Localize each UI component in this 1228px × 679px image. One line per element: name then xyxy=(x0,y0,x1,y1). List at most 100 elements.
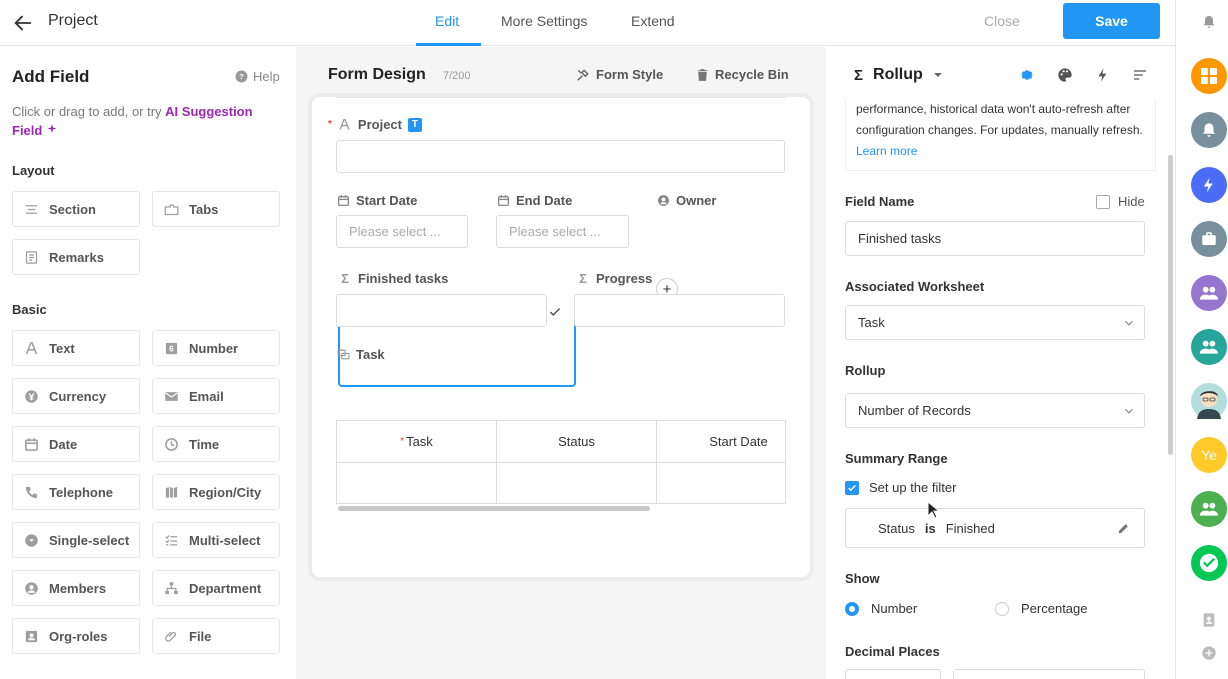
hide-checkbox[interactable]: Hide xyxy=(1096,194,1145,209)
subtable-cell[interactable] xyxy=(337,463,497,503)
finished-tasks-input[interactable] xyxy=(336,294,547,327)
tab-extend[interactable]: Extend xyxy=(631,13,675,29)
field-type-section[interactable]: Section xyxy=(12,191,140,227)
form-style-button[interactable]: Form Style xyxy=(576,67,663,82)
email-icon xyxy=(163,388,179,404)
filter-checkbox[interactable]: Set up the filter xyxy=(845,480,956,495)
field-type-time[interactable]: Time xyxy=(152,426,280,462)
palette-icon[interactable] xyxy=(1057,67,1073,83)
field-type-date[interactable]: Date xyxy=(12,426,140,462)
chevron-down-icon xyxy=(1125,408,1133,414)
help-link[interactable]: ? Help xyxy=(235,69,280,84)
project-input[interactable] xyxy=(336,140,785,173)
show-number-radio[interactable]: Number xyxy=(845,601,917,616)
lightning-icon[interactable] xyxy=(1095,67,1111,83)
end-date-label: End Date xyxy=(496,193,572,208)
subtable-scrollbar[interactable] xyxy=(338,506,650,511)
progress-label: Σ Progress xyxy=(576,271,652,286)
field-type-telephone[interactable]: Telephone xyxy=(12,474,140,510)
field-type-tabs[interactable]: Tabs xyxy=(152,191,280,227)
field-type-label: Currency xyxy=(49,388,107,404)
back-arrow-icon[interactable] xyxy=(12,12,34,34)
field-type-currency[interactable]: Currency xyxy=(12,378,140,414)
end-date-input[interactable]: Please select ... xyxy=(496,215,629,248)
hide-checkbox-box[interactable] xyxy=(1096,194,1110,209)
subtable-cell[interactable] xyxy=(657,463,785,503)
field-count: 7/200 xyxy=(443,70,471,82)
bell-icon[interactable] xyxy=(1201,14,1217,30)
subtable-header-start-date: Start Date xyxy=(657,421,785,463)
edit-pencil-icon[interactable] xyxy=(1117,522,1130,535)
sigma-icon: Σ xyxy=(854,66,864,84)
subtable-cell[interactable] xyxy=(497,463,657,503)
region-icon xyxy=(163,484,179,500)
close-button[interactable]: Close xyxy=(984,13,1020,29)
field-type-label: Telephone xyxy=(49,484,114,500)
radio-unselected[interactable] xyxy=(995,601,1009,616)
user-avatar[interactable] xyxy=(1191,383,1227,419)
field-type-label: Multi-select xyxy=(189,532,261,548)
gear-icon[interactable] xyxy=(1019,67,1035,83)
task-subtable-label: Task xyxy=(336,347,385,362)
sort-icon[interactable] xyxy=(1132,67,1148,83)
field-type-text[interactable]: Text xyxy=(12,330,140,366)
field-type-region-city[interactable]: Region/City xyxy=(152,474,280,510)
form-canvas: Form Design 7/200 Form Style Recycle Bin… xyxy=(296,47,826,679)
properties-header: Σ Rollup xyxy=(826,47,1175,99)
decimal-stepper[interactable] xyxy=(845,669,941,679)
progress-input[interactable] xyxy=(574,294,785,327)
team-icon[interactable] xyxy=(1191,329,1227,365)
field-type-org-roles[interactable]: Org-roles xyxy=(12,618,140,654)
show-label: Show xyxy=(845,571,880,586)
basic-section-label: Basic xyxy=(12,302,47,317)
hide-label: Hide xyxy=(1118,194,1145,209)
field-type-email[interactable]: Email xyxy=(152,378,280,414)
add-field-panel: Add Field ? Help Click or drag to add, o… xyxy=(0,47,296,679)
briefcase-icon[interactable] xyxy=(1191,221,1227,257)
group-icon[interactable] xyxy=(1191,275,1227,311)
field-type-file[interactable]: File xyxy=(152,618,280,654)
associated-worksheet-label: Associated Worksheet xyxy=(845,279,985,294)
field-type-selector[interactable]: Σ Rollup xyxy=(854,66,943,84)
finished-tasks-label: Σ Finished tasks xyxy=(338,271,448,286)
field-type-department[interactable]: Department xyxy=(152,570,280,606)
remarks-icon xyxy=(23,249,39,265)
currency-icon xyxy=(23,388,39,404)
tab-more-settings[interactable]: More Settings xyxy=(501,13,587,29)
field-type-multi-select[interactable]: Multi-select xyxy=(152,522,280,558)
add-circle-icon[interactable] xyxy=(1201,645,1217,661)
date-icon xyxy=(23,436,39,452)
check-circle-icon[interactable] xyxy=(1191,545,1227,581)
associated-worksheet-select[interactable]: Task xyxy=(845,305,1145,340)
panel-scrollbar[interactable] xyxy=(1168,155,1173,455)
notification-bell-icon[interactable] xyxy=(1191,112,1227,148)
task-subtable[interactable]: * Task Status Start Date xyxy=(336,420,786,504)
tab-edit[interactable]: Edit xyxy=(435,13,459,29)
contacts-icon[interactable] xyxy=(1201,612,1217,628)
layout-section-label: Layout xyxy=(12,163,55,178)
ai-assistant-icon[interactable] xyxy=(1191,167,1227,203)
field-type-number[interactable]: 6 Number xyxy=(152,330,280,366)
calendar-icon xyxy=(336,194,350,208)
filter-checkbox-box[interactable] xyxy=(845,480,859,495)
recycle-bin-button[interactable]: Recycle Bin xyxy=(696,67,789,82)
user-ye-avatar[interactable]: Ye xyxy=(1191,437,1227,473)
recycle-bin-label: Recycle Bin xyxy=(715,67,789,82)
learn-more-link[interactable]: Learn more xyxy=(856,144,917,158)
field-type-remarks[interactable]: Remarks xyxy=(12,239,140,275)
field-type-label: Tabs xyxy=(189,201,219,217)
field-name-input[interactable]: Finished tasks xyxy=(845,221,1145,256)
radio-selected[interactable] xyxy=(845,601,859,616)
show-percentage-radio[interactable]: Percentage xyxy=(995,601,1088,616)
community-icon[interactable] xyxy=(1191,491,1227,527)
field-type-members[interactable]: Members xyxy=(12,570,140,606)
field-type-single-select[interactable]: Single-select xyxy=(12,522,140,558)
filter-condition[interactable]: Status is Finished xyxy=(845,508,1145,548)
add-field-hint: Click or drag to add, or try AI Suggesti… xyxy=(12,102,282,140)
apps-grid-icon[interactable] xyxy=(1191,58,1227,94)
save-button[interactable]: Save xyxy=(1063,3,1160,39)
caret-down-icon xyxy=(933,73,942,77)
rollup-select[interactable]: Number of Records xyxy=(845,393,1145,428)
confirm-check-icon[interactable] xyxy=(548,305,562,319)
start-date-input[interactable]: Please select ... xyxy=(336,215,468,248)
